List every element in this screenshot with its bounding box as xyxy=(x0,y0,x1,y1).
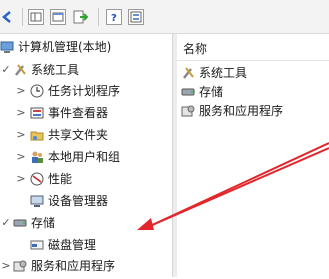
list-item-system-tools[interactable]: 系统工具 xyxy=(181,63,247,83)
toolbar-separator xyxy=(22,8,23,26)
tree-item-label: 设备管理器 xyxy=(48,194,109,208)
disk-management-icon xyxy=(30,238,44,252)
tree-item-label: 共享文件夹 xyxy=(48,128,109,142)
tree-item-label: 事件查看器 xyxy=(48,106,109,120)
tree-item-label: 存储 xyxy=(31,216,56,230)
expand-chevron-icon[interactable]: > xyxy=(16,172,26,185)
tree-item-label: 磁盘管理 xyxy=(48,238,97,252)
storage-icon xyxy=(181,85,195,99)
shared-folder-icon xyxy=(30,128,44,142)
show-hide-console-icon[interactable] xyxy=(50,9,66,25)
svg-text:?: ? xyxy=(111,13,117,24)
list-item-label: 服务和应用程序 xyxy=(199,104,284,118)
tree-item-storage[interactable]: 存储 xyxy=(13,213,55,233)
expand-chevron-icon[interactable]: > xyxy=(16,84,26,97)
properties-icon[interactable] xyxy=(128,9,144,25)
expand-chevron-icon[interactable]: > xyxy=(1,259,11,272)
system-tools-icon xyxy=(13,63,27,77)
system-tools-icon xyxy=(181,66,195,80)
services-applications-icon xyxy=(181,104,195,118)
show-hide-tree-icon[interactable] xyxy=(28,9,44,25)
header-divider xyxy=(177,60,329,61)
storage-icon xyxy=(13,216,27,230)
toolbar-separator xyxy=(98,8,99,26)
tree-item-event-viewer[interactable]: 事件查看器 xyxy=(30,103,108,123)
tree-item-shared-folders[interactable]: 共享文件夹 xyxy=(30,125,108,145)
column-header-name[interactable]: 名称 xyxy=(183,40,207,57)
expand-chevron-icon[interactable]: > xyxy=(16,128,26,141)
expand-chevron-icon[interactable]: ✓ xyxy=(1,216,11,229)
tree-item-system-tools[interactable]: 系统工具 xyxy=(13,60,79,80)
tree-item-local-users-groups[interactable]: 本地用户和组 xyxy=(30,147,120,167)
tree-item-label: 任务计划程序 xyxy=(48,84,121,98)
back-icon[interactable] xyxy=(0,9,16,25)
expand-chevron-icon[interactable]: > xyxy=(16,106,26,119)
help-icon[interactable]: ? xyxy=(106,9,122,25)
export-icon[interactable] xyxy=(72,9,89,25)
list-item-storage[interactable]: 存储 xyxy=(181,82,223,102)
tree-item-disk-management[interactable]: 磁盘管理 xyxy=(30,235,96,255)
toolbar: ? xyxy=(0,0,329,34)
tree-item-label: 性能 xyxy=(48,172,73,186)
services-applications-icon xyxy=(13,259,27,273)
performance-icon xyxy=(30,172,44,186)
expand-chevron-icon[interactable]: > xyxy=(16,150,26,163)
device-manager-icon xyxy=(30,194,44,208)
tree-item-services-applications[interactable]: 服务和应用程序 xyxy=(13,256,115,276)
clock-icon xyxy=(30,84,44,98)
details-pane: 名称 系统工具 存储 服务和应用程序 xyxy=(177,34,329,277)
event-viewer-icon xyxy=(30,106,44,120)
navigation-tree: 计算机管理(本地) ✓ 系统工具 > 任务计划程序 > 事件查看器 > 共享文件… xyxy=(0,34,172,277)
computer-management-icon xyxy=(0,40,14,54)
expand-chevron-icon[interactable]: ✓ xyxy=(1,63,11,76)
users-icon xyxy=(30,150,44,164)
tree-item-device-manager[interactable]: 设备管理器 xyxy=(30,191,108,211)
tree-item-performance[interactable]: 性能 xyxy=(30,169,72,189)
list-item-services-applications[interactable]: 服务和应用程序 xyxy=(181,101,283,121)
list-item-label: 存储 xyxy=(199,85,224,99)
tree-item-label: 系统工具 xyxy=(31,63,80,77)
tree-item-task-scheduler[interactable]: 任务计划程序 xyxy=(30,81,120,101)
tree-item-label: 计算机管理(本地) xyxy=(18,40,112,54)
tree-item-label: 本地用户和组 xyxy=(48,150,121,164)
tree-item-computer-management[interactable]: 计算机管理(本地) xyxy=(0,37,111,57)
tree-item-label: 服务和应用程序 xyxy=(31,259,116,273)
list-item-label: 系统工具 xyxy=(199,66,248,80)
